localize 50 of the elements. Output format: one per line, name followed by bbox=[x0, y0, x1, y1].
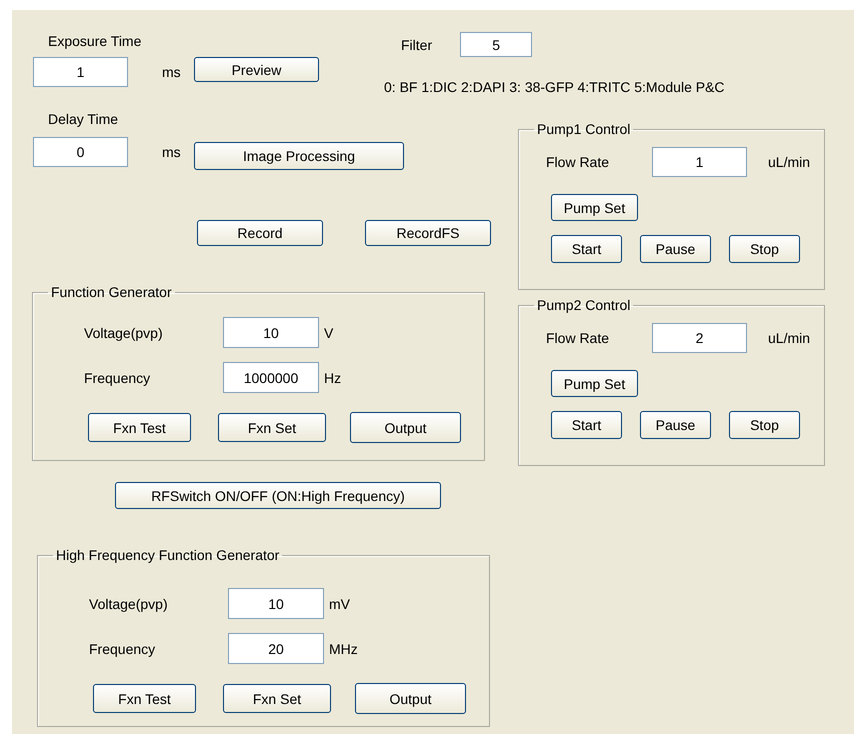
record-button[interactable]: RecordFS bbox=[365, 220, 491, 246]
function-button[interactable]: Fxn Test bbox=[93, 684, 196, 713]
pump-button[interactable]: Start bbox=[551, 235, 622, 263]
unit-label: Hz bbox=[324, 368, 342, 386]
pump-button[interactable]: Start bbox=[551, 411, 622, 439]
field-label: Filter bbox=[401, 36, 432, 54]
rf-switch-button[interactable]: RFSwitch ON/OFF (ON:High Frequency) bbox=[115, 482, 441, 509]
unit-label: uL/min bbox=[768, 329, 810, 347]
exposure-time-field[interactable]: 1 bbox=[33, 57, 128, 87]
function-button[interactable]: Fxn Set bbox=[223, 684, 331, 713]
pump-button[interactable]: Pause bbox=[640, 235, 711, 263]
unit-label: V bbox=[324, 324, 334, 342]
field-label: Voltage(pvp) bbox=[89, 594, 169, 612]
flow-rate-field[interactable]: 2 bbox=[652, 323, 747, 353]
filter-legend: 0: BF 1:DIC 2:DAPI 3: 38-GFP 4:TRITC 5:Module P&C bbox=[384, 78, 725, 96]
field-label: Flow Rate bbox=[546, 329, 610, 347]
field-label: Voltage(pvp) bbox=[84, 324, 164, 342]
flow-rate-field[interactable]: 1 bbox=[652, 147, 747, 177]
group-title: Pump2 Control bbox=[536, 297, 632, 313]
filter-field[interactable]: 5 bbox=[460, 32, 532, 57]
field-label: Frequency bbox=[89, 640, 156, 658]
pump-button[interactable]: Stop bbox=[729, 235, 800, 263]
function-button[interactable]: Fxn Test bbox=[88, 413, 191, 442]
function-button[interactable]: Fxn Set bbox=[218, 413, 326, 442]
field-label: Delay Time bbox=[48, 110, 118, 128]
group-title: Function Generator bbox=[50, 284, 173, 300]
unit-label: uL/min bbox=[768, 153, 810, 171]
group-title: High Frequency Function Generator bbox=[55, 547, 280, 563]
unit-label: ms bbox=[161, 63, 182, 82]
pump-set-button[interactable]: Pump Set bbox=[551, 194, 638, 221]
pump-set-button[interactable]: Pump Set bbox=[551, 370, 638, 397]
value-field[interactable]: 20 bbox=[228, 633, 324, 664]
field-label: Exposure Time bbox=[48, 32, 142, 50]
preview-button[interactable]: Preview bbox=[194, 57, 319, 82]
value-field[interactable]: 1000000 bbox=[223, 362, 319, 393]
pump-button[interactable]: Stop bbox=[729, 411, 800, 439]
unit-label: ms bbox=[161, 143, 182, 162]
pump-button[interactable]: Pause bbox=[640, 411, 711, 439]
unit-label: MHz bbox=[329, 640, 358, 658]
record-button[interactable]: Record bbox=[197, 220, 323, 246]
field-label: Flow Rate bbox=[546, 153, 610, 171]
value-field[interactable]: 10 bbox=[228, 588, 324, 619]
value-field[interactable]: 10 bbox=[223, 317, 319, 348]
delay-time-field[interactable]: 0 bbox=[33, 137, 128, 167]
group-title: Pump1 Control bbox=[536, 121, 632, 137]
image-processing-button[interactable]: Image Processing bbox=[194, 142, 404, 170]
function-button[interactable]: Output bbox=[350, 412, 461, 443]
field-label: Frequency bbox=[84, 368, 152, 386]
function-button[interactable]: Output bbox=[355, 683, 466, 714]
unit-label: mV bbox=[329, 594, 350, 612]
